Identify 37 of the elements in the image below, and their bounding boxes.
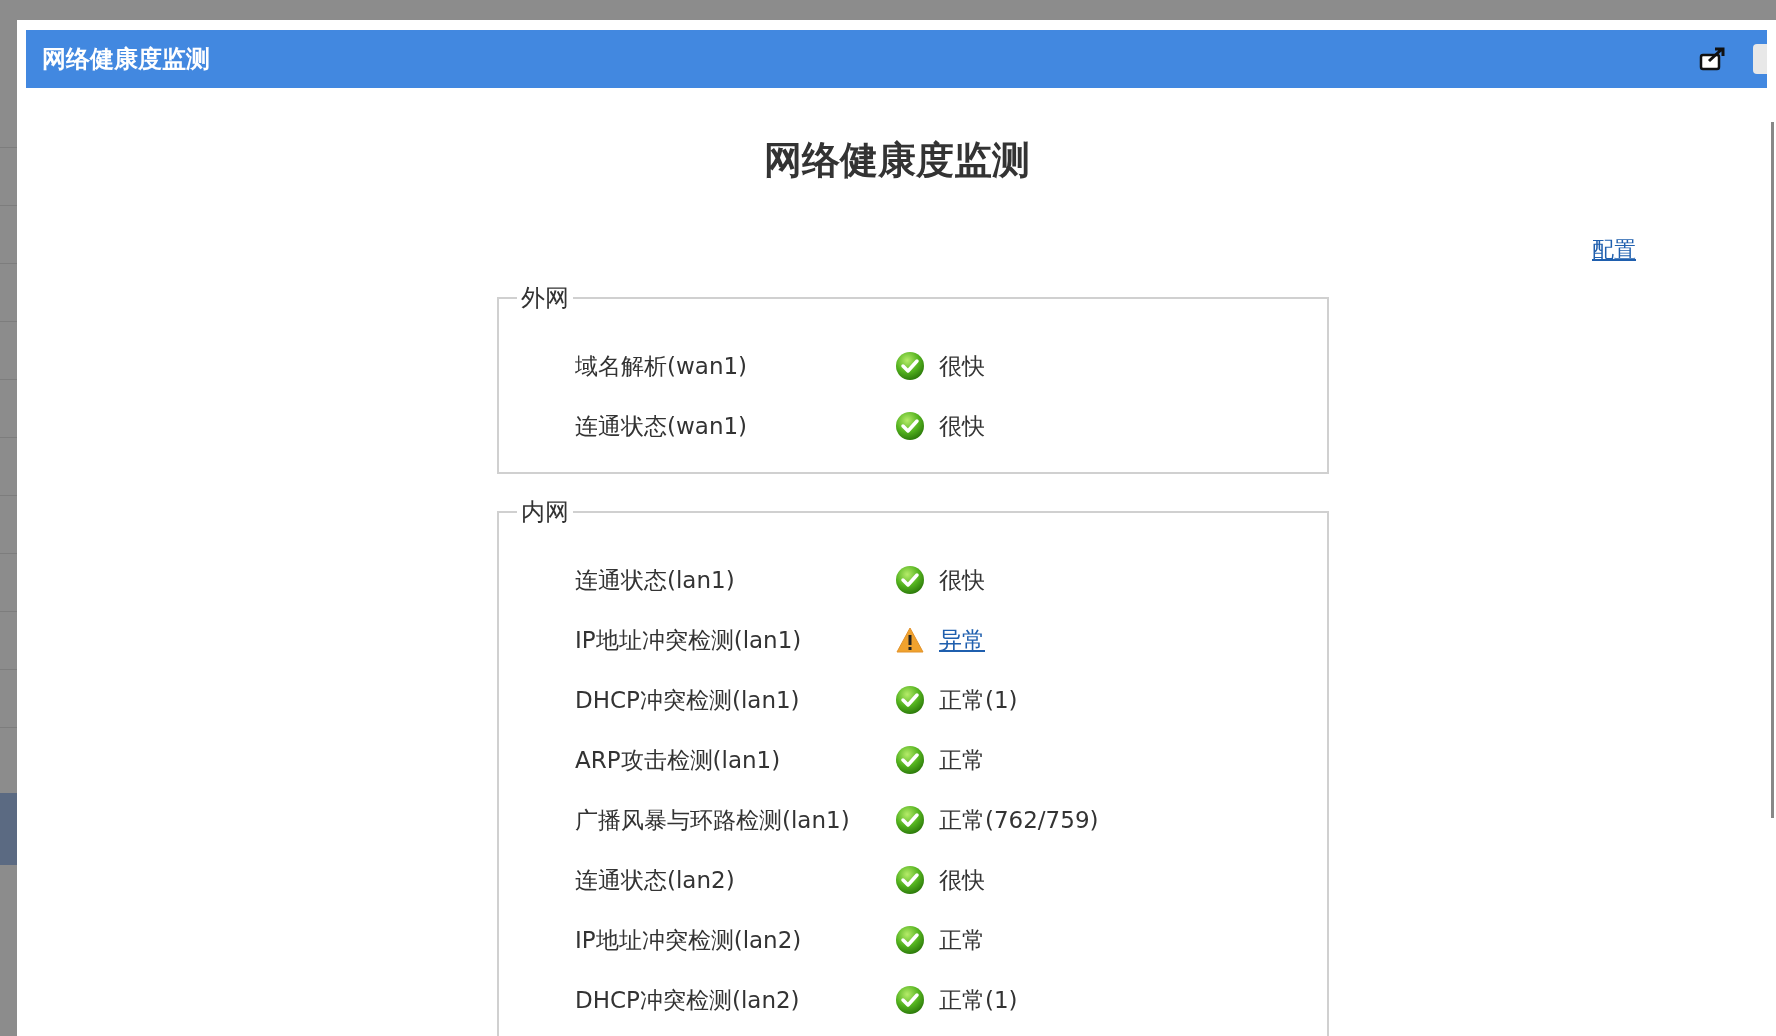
check-icon	[895, 565, 925, 595]
status-text: 正常	[939, 925, 985, 955]
check-label: 域名解析(wan1)	[575, 351, 749, 381]
check-icon	[895, 411, 925, 441]
status-text: 正常(762/759)	[939, 805, 1099, 835]
check-label: DHCP冲突检测(lan2)	[575, 985, 801, 1015]
check-label: 连通状态(wan1)	[575, 411, 749, 441]
status-text: 正常(1)	[939, 985, 1018, 1015]
page-heading: 网络健康度监测	[762, 137, 1031, 184]
check-icon	[895, 985, 925, 1015]
group-legend: 内网	[517, 494, 573, 530]
check-icon	[895, 925, 925, 955]
status-link[interactable]: 异常	[939, 622, 985, 658]
check-label: 连通状态(lan1)	[575, 565, 736, 595]
check-label: ARP攻击检测(lan1)	[575, 745, 782, 775]
check-label: 广播风暴与环路检测(lan1)	[575, 805, 851, 835]
status-text: 很快	[939, 351, 985, 381]
status-text: 很快	[939, 565, 985, 595]
check-icon	[895, 865, 925, 895]
config-link[interactable]: 配置	[1592, 233, 1636, 266]
check-icon	[895, 805, 925, 835]
check-icon	[895, 351, 925, 381]
check-label: DHCP冲突检测(lan1)	[575, 685, 801, 715]
check-label: IP地址冲突检测(lan2)	[575, 925, 803, 955]
pop-out-icon[interactable]	[1699, 46, 1727, 72]
check-label: IP地址冲突检测(lan1)	[575, 625, 803, 655]
status-text: 很快	[939, 865, 985, 895]
group-legend: 外网	[517, 280, 573, 316]
check-icon	[895, 685, 925, 715]
window-title: 网络健康度监测	[42, 44, 210, 75]
status-text: 很快	[939, 411, 985, 441]
warning-icon	[895, 626, 925, 654]
status-text: 正常	[939, 745, 985, 775]
check-icon	[895, 745, 925, 775]
status-text: 正常(1)	[939, 685, 1018, 715]
sidebar-item	[0, 793, 17, 865]
check-label: 连通状态(lan2)	[575, 865, 736, 895]
